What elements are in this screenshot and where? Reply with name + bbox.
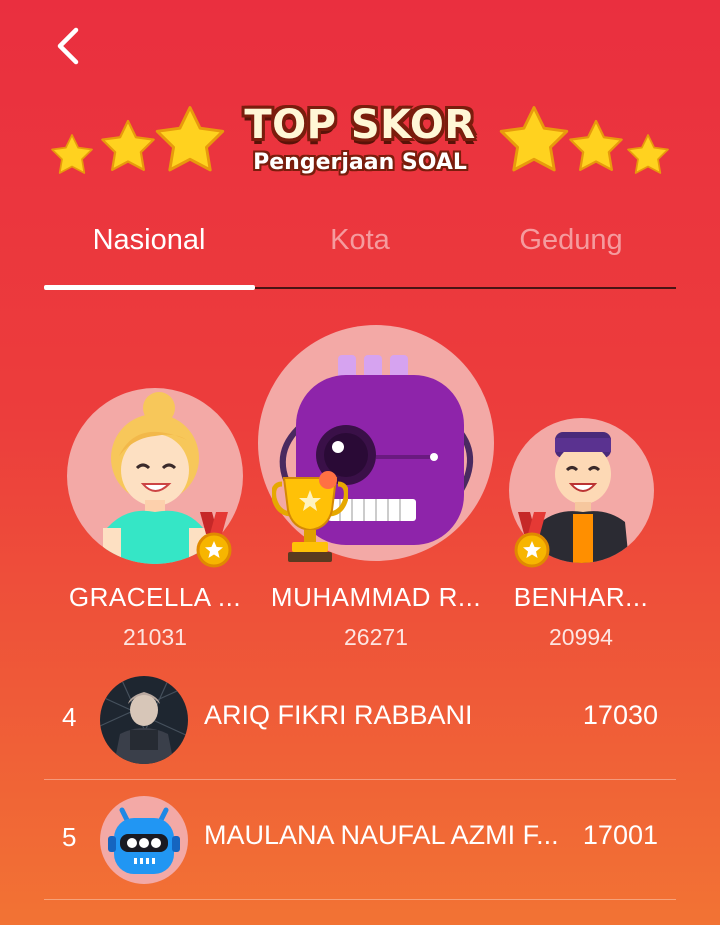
list-item-name: MAULANA NAUFAL AZMI F...: [204, 820, 559, 850]
rank-number: 4: [62, 702, 77, 732]
tab-active-indicator: [44, 285, 255, 290]
banner-title: TOP SKOR: [244, 102, 476, 148]
list-item-score: 17030: [582, 700, 658, 730]
tab-bar: Nasional Kota Gedung: [44, 212, 676, 290]
list-item-score: 17001: [582, 820, 658, 850]
podium-second-name: GRACELLA ...: [68, 582, 242, 612]
medal-icon: [514, 512, 550, 568]
podium-third-score: 20994: [549, 624, 613, 650]
tab-gedung[interactable]: Gedung: [466, 212, 676, 269]
podium-third-name: BENHAR...: [513, 582, 649, 612]
podium-first-name: MUHAMMAD R...: [270, 582, 482, 612]
back-button[interactable]: [50, 22, 90, 70]
avatar: [100, 676, 188, 764]
banner-subtitle: Pengerjaan SOAL: [253, 150, 467, 175]
tab-kota[interactable]: Kota: [255, 212, 465, 269]
avatar: [100, 796, 188, 884]
medal-icon: [196, 512, 232, 568]
list-item-name: ARIQ FIKRI RABBANI: [204, 700, 473, 730]
list-item[interactable]: 5 MAULANA NAUFAL AZMI F... 17001: [44, 780, 676, 900]
trophy-icon: [272, 471, 348, 562]
list-item[interactable]: 4 ARIQ FIKRI RABBANI 17030: [44, 660, 676, 780]
tab-nasional[interactable]: Nasional: [44, 212, 254, 269]
chevron-left-icon: [57, 27, 79, 65]
row-divider: [44, 899, 676, 900]
podium-first-score: 26271: [344, 624, 408, 650]
podium-second-score: 21031: [123, 624, 187, 650]
rank-number: 5: [62, 822, 77, 852]
